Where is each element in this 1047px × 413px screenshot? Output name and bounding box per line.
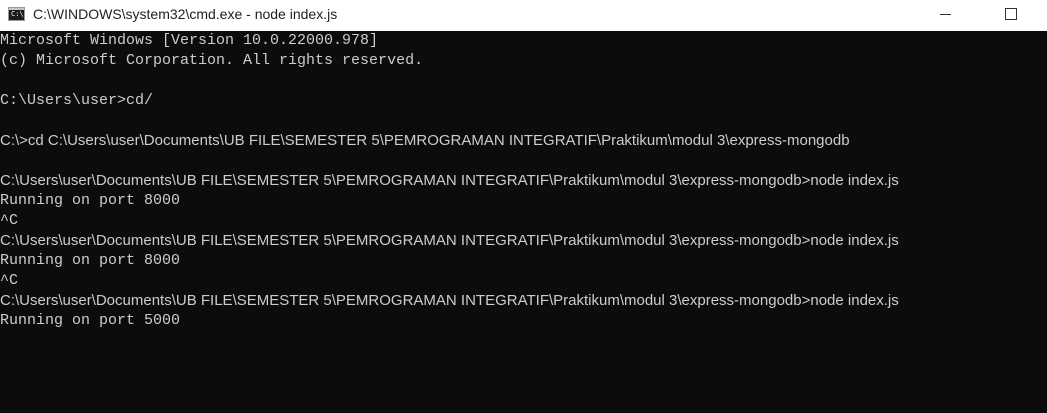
console-line: C:\Users\user\Documents\UB FILE\SEMESTER… [0,292,899,309]
console-line: Running on port 8000 [0,252,181,269]
cmd-icon-glyph: C:\ [11,10,24,18]
window-title: C:\WINDOWS\system32\cmd.exe - node index… [33,6,338,22]
console-line: Running on port 8000 [0,192,181,209]
title-bar[interactable]: C:\ C:\WINDOWS\system32\cmd.exe - node i… [0,0,1047,31]
console-line: ^C [0,272,19,289]
console-line: C:\Users\user\Documents\UB FILE\SEMESTER… [0,232,899,249]
minimize-button[interactable] [922,0,968,31]
console-line: (c) Microsoft Corporation. All rights re… [0,52,424,69]
console-line: C:\Users\user>cd/ [0,92,154,109]
console-line: C:\>cd C:\Users\user\Documents\UB FILE\S… [0,132,850,149]
console-output[interactable]: Microsoft Windows [Version 10.0.22000.97… [0,31,1047,413]
cmd-window: C:\ C:\WINDOWS\system32\cmd.exe - node i… [0,0,1047,413]
console-line: C:\Users\user\Documents\UB FILE\SEMESTER… [0,172,899,189]
cmd-icon[interactable]: C:\ [8,7,25,21]
maximize-icon [1005,8,1017,20]
maximize-button[interactable] [988,0,1034,31]
console-line: Microsoft Windows [Version 10.0.22000.97… [0,32,379,49]
console-line: ^C [0,212,19,229]
console-line: Running on port 5000 [0,312,181,329]
minimize-icon [940,14,951,15]
